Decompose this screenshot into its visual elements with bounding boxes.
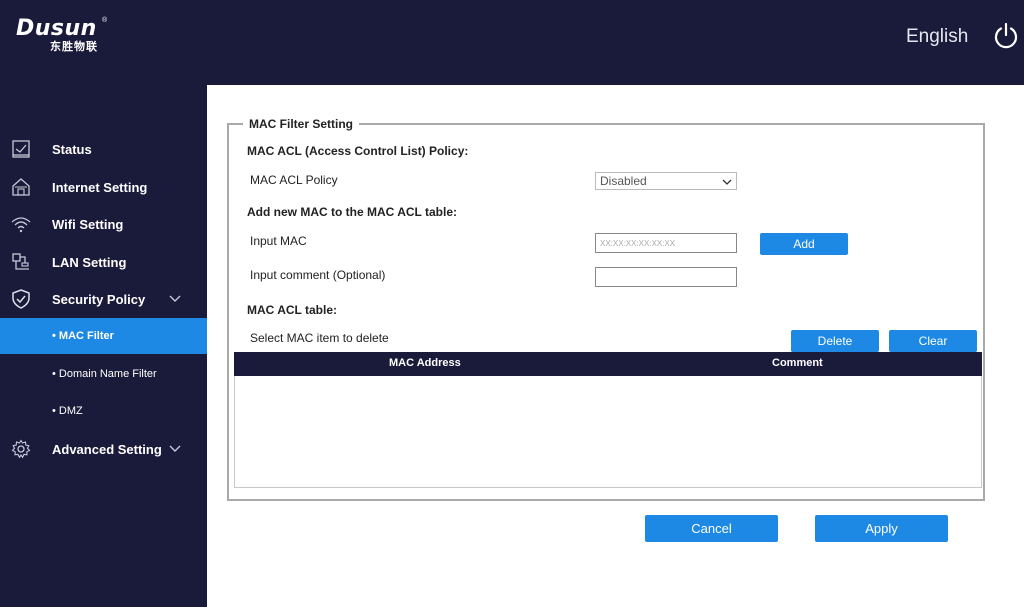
- sidebar-item-label: Security Policy: [52, 291, 146, 307]
- chevron-down-icon: [169, 295, 181, 302]
- comment-label: Input comment (Optional): [250, 268, 386, 282]
- power-icon[interactable]: [992, 22, 1020, 50]
- sidebar-item-lan-setting[interactable]: LAN Setting: [0, 244, 207, 280]
- column-header-comment: Comment: [772, 357, 823, 369]
- fieldset-legend: MAC Filter Setting: [243, 117, 359, 131]
- mac-input[interactable]: XX:XX:XX:XX:XX:XX: [595, 233, 737, 253]
- apply-button[interactable]: Apply: [815, 515, 948, 542]
- chevron-down-icon: [169, 445, 181, 452]
- sidebar-item-label: Wifi Setting: [52, 216, 124, 232]
- sidebar-item-security-policy[interactable]: Security Policy: [0, 281, 207, 317]
- delete-button[interactable]: Delete: [791, 330, 879, 352]
- brand-logo: Dusun ® 东胜物联: [16, 16, 107, 54]
- sidebar-item-label: LAN Setting: [52, 254, 127, 270]
- add-heading: Add new MAC to the MAC ACL table:: [247, 205, 457, 219]
- brand-subtitle: 东胜物联: [50, 41, 98, 53]
- top-bar: Dusun ® 东胜物联 English: [0, 0, 1024, 85]
- sidebar-item-label: Advanced Setting: [52, 441, 162, 457]
- sidebar-item-wifi-setting[interactable]: Wifi Setting: [0, 206, 207, 242]
- input-mac-label: Input MAC: [250, 234, 307, 248]
- policy-select-value: Disabled: [600, 174, 647, 188]
- status-check-icon: [12, 140, 30, 158]
- language-selector[interactable]: English: [906, 26, 968, 48]
- policy-label: MAC ACL Policy: [250, 173, 338, 187]
- brand-name: Dusun: [16, 16, 97, 41]
- comment-input[interactable]: [595, 267, 737, 287]
- chevron-down-icon: [722, 179, 732, 185]
- policy-heading: MAC ACL (Access Control List) Policy:: [247, 144, 469, 158]
- policy-select[interactable]: Disabled: [595, 172, 737, 190]
- sidebar-item-internet-setting[interactable]: Internet Setting: [0, 169, 207, 205]
- sidebar-item-label: Status: [52, 141, 92, 157]
- shield-icon: [12, 289, 30, 309]
- registered-mark: ®: [102, 17, 108, 24]
- add-button[interactable]: Add: [760, 233, 848, 255]
- sidebar-item-label: Internet Setting: [52, 179, 148, 195]
- gear-icon: [11, 439, 31, 459]
- sidebar-item-advanced-setting[interactable]: Advanced Setting: [0, 431, 207, 467]
- main-content: MAC Filter Setting MAC ACL (Access Contr…: [207, 85, 1024, 607]
- column-header-mac-address: MAC Address: [389, 357, 461, 369]
- sidebar-item-label: • MAC Filter: [52, 330, 114, 342]
- sidebar-item-dmz[interactable]: • DMZ: [0, 393, 207, 429]
- sidebar-item-status[interactable]: Status: [0, 131, 207, 167]
- sidebar-item-label: • Domain Name Filter: [52, 368, 157, 380]
- sidebar-item-label: • DMZ: [52, 405, 83, 417]
- select-delete-label: Select MAC item to delete: [250, 331, 389, 345]
- wifi-icon: [11, 217, 31, 233]
- sidebar: Status Internet Setting Wifi Setting LAN…: [0, 85, 207, 607]
- sidebar-item-mac-filter[interactable]: • MAC Filter: [0, 318, 207, 354]
- cancel-button[interactable]: Cancel: [645, 515, 778, 542]
- table-heading: MAC ACL table:: [247, 303, 337, 317]
- house-icon: [12, 178, 30, 196]
- mac-filter-fieldset: MAC Filter Setting MAC ACL (Access Contr…: [227, 117, 985, 501]
- mac-table-header: MAC Address Comment: [234, 352, 982, 376]
- lan-icon: [12, 253, 29, 270]
- sidebar-item-domain-name-filter[interactable]: • Domain Name Filter: [0, 356, 207, 392]
- clear-button[interactable]: Clear: [889, 330, 977, 352]
- mac-table-body[interactable]: [234, 376, 982, 488]
